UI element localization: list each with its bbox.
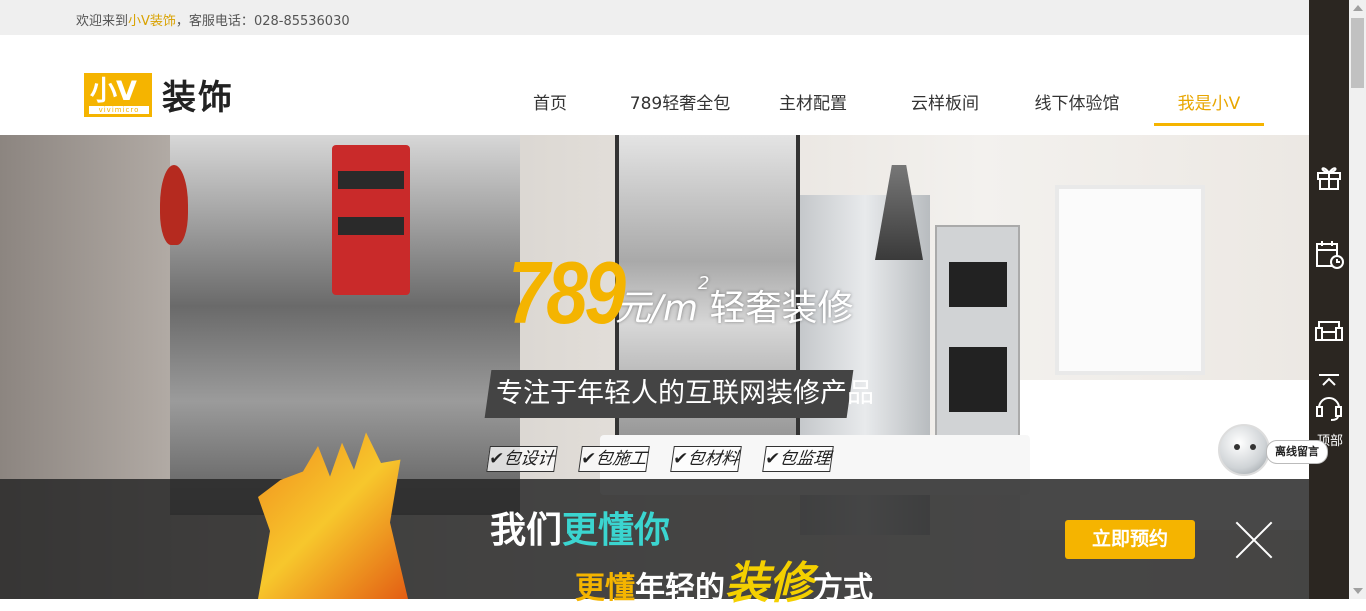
hero-headline-text: 轻奢装修 <box>709 288 854 329</box>
promo-line-1-a: 我们 <box>490 510 563 551</box>
chat-label[interactable]: 离线留言 <box>1266 440 1328 464</box>
promo-line-1-b: 更懂你 <box>562 510 671 551</box>
promo-bar: 我们更懂你 更懂年轻的装修方式 立即预约 <box>0 432 1309 609</box>
hero-unit-sup: 2 <box>698 273 710 294</box>
book-now-button[interactable]: 立即预约 <box>1065 520 1195 559</box>
promo-line-2: 更懂年轻的装修方式 <box>575 547 873 611</box>
hero-slogan: 专注于年轻人的互联网装修产品 <box>496 378 874 409</box>
nav-item-materials[interactable]: 主材配置 <box>768 85 858 123</box>
hero-headline: 789 元/m2 轻奢装修 <box>508 243 854 342</box>
page-scrollbar[interactable] <box>1349 0 1366 599</box>
nav-item-experience-hall[interactable]: 线下体验馆 <box>1022 85 1132 123</box>
sofa-icon[interactable] <box>1313 314 1345 346</box>
site-logo[interactable]: 小V vivimicro 装饰 <box>84 70 234 119</box>
phone-label: ，客服电话： <box>175 14 254 29</box>
headset-icon[interactable] <box>1313 390 1345 422</box>
brand-link[interactable]: 小V装饰 <box>128 14 176 29</box>
welcome-text: 欢迎来到 <box>76 14 129 29</box>
hero-window-image <box>1055 185 1205 375</box>
badge-materials: ✔包材料 <box>670 446 742 472</box>
gift-icon[interactable] <box>1313 160 1345 192</box>
nav-item-home[interactable]: 首页 <box>515 85 585 123</box>
logo-sub-text: vivimicro <box>89 105 149 114</box>
scroll-down-icon[interactable] <box>1353 588 1363 594</box>
promo-line-2-a: 更懂 <box>575 571 635 606</box>
calendar-icon[interactable] <box>1313 238 1345 270</box>
promo-line-1: 我们更懂你 <box>490 501 670 553</box>
scroll-up-icon[interactable] <box>1353 5 1363 11</box>
promo-line-2-c: 装修 <box>725 558 813 609</box>
top-info-text: 欢迎来到小V装饰，客服电话：028-85536030 <box>76 10 350 29</box>
badge-design: ✔包设计 <box>486 446 558 472</box>
hero-vase-image <box>160 165 188 245</box>
hero-unit-text: 元/m <box>614 288 699 329</box>
nav-item-cloud-showroom[interactable]: 云样板间 <box>900 85 990 123</box>
phone-number: 028-85536030 <box>253 14 350 29</box>
hero-bus-image <box>332 145 410 295</box>
hero-unit: 元/m2 <box>614 273 710 331</box>
badge-construction: ✔包施工 <box>578 446 650 472</box>
hero-badges: ✔包设计 ✔包施工 ✔包材料 ✔包监理 <box>486 446 834 472</box>
chat-avatar-icon <box>1218 424 1270 476</box>
logo-mark: 小V vivimicro <box>84 72 152 117</box>
chat-widget[interactable]: 离线留言 <box>1218 424 1330 476</box>
promo-line-2-b: 年轻的 <box>635 571 725 606</box>
scroll-thumb[interactable] <box>1351 18 1364 88</box>
close-icon[interactable] <box>1233 519 1275 561</box>
logo-mark-text: 小V <box>90 75 137 107</box>
promo-line-2-d: 方式 <box>813 571 873 606</box>
nav-item-789-package[interactable]: 789轻奢全包 <box>620 85 740 123</box>
site-header: 小V vivimicro 装饰 首页 789轻奢全包 主材配置 云样板间 线下体… <box>0 35 1309 135</box>
hero-price: 789 <box>508 243 626 342</box>
right-sidebar: 顶部 <box>1309 0 1349 599</box>
nav-item-about[interactable]: 我是小V <box>1154 85 1264 126</box>
badge-supervision: ✔包监理 <box>762 446 834 472</box>
logo-name: 装饰 <box>162 78 234 118</box>
top-info-bar: 欢迎来到小V装饰，客服电话：028-85536030 <box>0 0 1309 35</box>
